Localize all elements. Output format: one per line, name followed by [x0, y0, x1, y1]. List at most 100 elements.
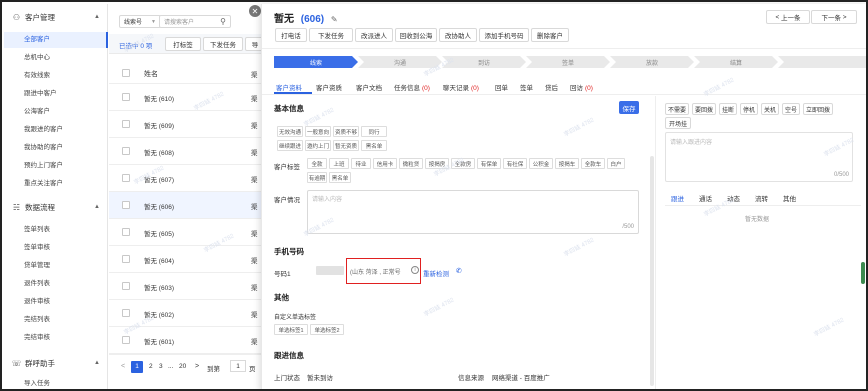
- action-button-4[interactable]: 回收到公海: [395, 28, 437, 42]
- page-1-button[interactable]: 1: [131, 361, 143, 373]
- table-row[interactable]: 暂无 (609) 渠: [109, 111, 261, 138]
- sidebar-item-my-assist[interactable]: 我协助的客户: [4, 140, 108, 156]
- follow-tab-2[interactable]: 通话: [699, 193, 712, 203]
- save-button[interactable]: 保存: [619, 101, 639, 114]
- sidebar-item-valid-leads[interactable]: 有效线索: [4, 68, 108, 84]
- prev-page-button[interactable]: <: [121, 363, 125, 370]
- row-checkbox[interactable]: [122, 255, 130, 263]
- table-row[interactable]: 暂无 (610) 渠: [109, 84, 261, 111]
- sidebar-item-public-pool[interactable]: 公海客户: [4, 104, 108, 120]
- table-row[interactable]: 暂无 (608) 渠: [109, 138, 261, 165]
- quick-tag-2[interactable]: 要回拨: [692, 103, 716, 115]
- prev-record-button[interactable]: < 上一条: [766, 10, 810, 24]
- grade-tag-7[interactable]: 暂无资质: [333, 140, 359, 151]
- tab-8[interactable]: 贷后: [545, 82, 560, 92]
- grade-tag-8[interactable]: 黑名单: [361, 140, 387, 151]
- mark-tag-button[interactable]: 打标签: [165, 37, 201, 51]
- quick-tag-5[interactable]: 关机: [761, 103, 779, 115]
- custom-tag-2[interactable]: 单选标签2: [310, 324, 344, 335]
- stage-1[interactable]: 线索: [274, 56, 358, 68]
- tab-2[interactable]: 客户资质: [316, 82, 344, 92]
- sidebar-section-assist[interactable]: ☏ 群呼助手 ▲: [4, 354, 108, 372]
- row-checkbox[interactable]: [122, 228, 130, 236]
- sidebar-item-loan-manage[interactable]: 贷单管理: [4, 258, 108, 274]
- customer-tag-7[interactable]: 全款房: [451, 158, 475, 169]
- action-button-7[interactable]: 删除客户: [531, 28, 569, 42]
- stage-4[interactable]: 签单: [526, 56, 610, 68]
- table-row[interactable]: 暂无 (606) 渠: [109, 192, 261, 219]
- grade-tag-5[interactable]: 继续跟进: [277, 140, 303, 151]
- sidebar-section-customer[interactable]: ⚇ 客户管理 ▲: [4, 8, 108, 26]
- quick-tag-4[interactable]: 停机: [740, 103, 758, 115]
- sidebar-item-complete-list[interactable]: 完结列表: [4, 312, 108, 328]
- grade-tag-1[interactable]: 无效沟通: [277, 126, 303, 137]
- customer-tag-9[interactable]: 有社保: [503, 158, 527, 169]
- grade-tag-4[interactable]: 同行: [361, 126, 387, 137]
- customer-tag-13[interactable]: 白户: [607, 158, 625, 169]
- filter-select[interactable]: 线索号 ▼: [119, 15, 161, 28]
- customer-tag-10[interactable]: 公积金: [529, 158, 553, 169]
- situation-textarea[interactable]: 请输入内容 /500: [307, 190, 639, 234]
- row-checkbox[interactable]: [122, 147, 130, 155]
- tab-1[interactable]: 客户资料: [276, 82, 304, 92]
- sidebar-item-complete-review[interactable]: 完结审核: [4, 330, 108, 346]
- tab-9[interactable]: 回访 (0): [570, 82, 593, 92]
- stage-7[interactable]: 完成: [778, 56, 868, 68]
- customer-tag-12[interactable]: 全款车: [581, 158, 605, 169]
- follow-tab-1[interactable]: 跟进: [671, 193, 684, 203]
- quick-tag-7[interactable]: 立即回拨: [803, 103, 833, 115]
- page-2-button[interactable]: 2: [149, 363, 153, 370]
- customer-tag-4[interactable]: 信用卡: [373, 158, 397, 169]
- sidebar-section-data[interactable]: ☵ 数据流程 ▲: [4, 198, 108, 216]
- quick-tag-3[interactable]: 挂断: [719, 103, 737, 115]
- next-page-button[interactable]: >: [195, 363, 199, 370]
- follow-tab-5[interactable]: 其他: [783, 193, 796, 203]
- search-icon[interactable]: ⚲: [220, 17, 226, 26]
- table-row[interactable]: 暂无 (603) 渠: [109, 273, 261, 300]
- follow-tab-3[interactable]: 动态: [727, 193, 740, 203]
- stage-5[interactable]: 放款: [610, 56, 694, 68]
- stage-3[interactable]: 到访: [442, 56, 526, 68]
- select-all-checkbox[interactable]: [122, 69, 130, 77]
- page-3-button[interactable]: 3: [159, 363, 163, 370]
- jump-page-input[interactable]: 1: [230, 360, 246, 372]
- table-row[interactable]: 暂无 (602) 渠: [109, 300, 261, 327]
- action-button-6[interactable]: 添加手机号码: [479, 28, 529, 42]
- table-row[interactable]: 暂无 (605) 渠: [109, 219, 261, 246]
- scrollbar[interactable]: [650, 156, 654, 386]
- sidebar-item-sign-review[interactable]: 签单审核: [4, 240, 108, 256]
- sidebar-item-return-review[interactable]: 退件审核: [4, 294, 108, 310]
- page-20-button[interactable]: 20: [179, 363, 186, 370]
- row-checkbox[interactable]: [122, 174, 130, 182]
- customer-tag-5[interactable]: 微粒贷: [399, 158, 423, 169]
- quick-tag-8[interactable]: 开场挂: [665, 117, 691, 129]
- action-button-3[interactable]: 改派进人: [355, 28, 393, 42]
- sidebar-item-following[interactable]: 跟进中客户: [4, 86, 108, 102]
- customer-tag-15[interactable]: 黑名单: [329, 172, 351, 183]
- sidebar-item-sign-list[interactable]: 签单列表: [4, 222, 108, 238]
- close-icon[interactable]: ✕: [249, 5, 261, 17]
- edit-icon[interactable]: ✎: [331, 15, 338, 24]
- tab-3[interactable]: 客户文档: [356, 82, 384, 92]
- customer-tag-6[interactable]: 按揭房: [425, 158, 449, 169]
- grade-tag-2[interactable]: 一般意向: [305, 126, 331, 137]
- row-checkbox[interactable]: [122, 309, 130, 317]
- sidebar-item-return-list[interactable]: 退件列表: [4, 276, 108, 292]
- phone-call-icon[interactable]: ✆: [456, 267, 462, 275]
- action-button-5[interactable]: 改协助人: [439, 28, 477, 42]
- tab-7[interactable]: 签单: [520, 82, 535, 92]
- grade-tag-6[interactable]: 邀约上门: [305, 140, 331, 151]
- quick-tag-6[interactable]: 空号: [782, 103, 800, 115]
- customer-tag-1[interactable]: 全款: [307, 158, 327, 169]
- action-button-2[interactable]: 下发任务: [309, 28, 353, 42]
- sidebar-item-import-task[interactable]: 导入任务: [4, 376, 108, 389]
- table-row[interactable]: 暂无 (601) 渠: [109, 327, 261, 354]
- sidebar-item-all-customers[interactable]: 全部客户: [4, 32, 108, 48]
- stage-2[interactable]: 沟通: [358, 56, 442, 68]
- row-checkbox[interactable]: [122, 93, 130, 101]
- tab-5[interactable]: 聊天记录 (0): [443, 82, 479, 92]
- requery-link[interactable]: 重新检测: [423, 268, 449, 278]
- tab-4[interactable]: 任务信息 (0): [394, 82, 430, 92]
- quick-tag-1[interactable]: 不需要: [665, 103, 689, 115]
- customer-tag-8[interactable]: 有保单: [477, 158, 501, 169]
